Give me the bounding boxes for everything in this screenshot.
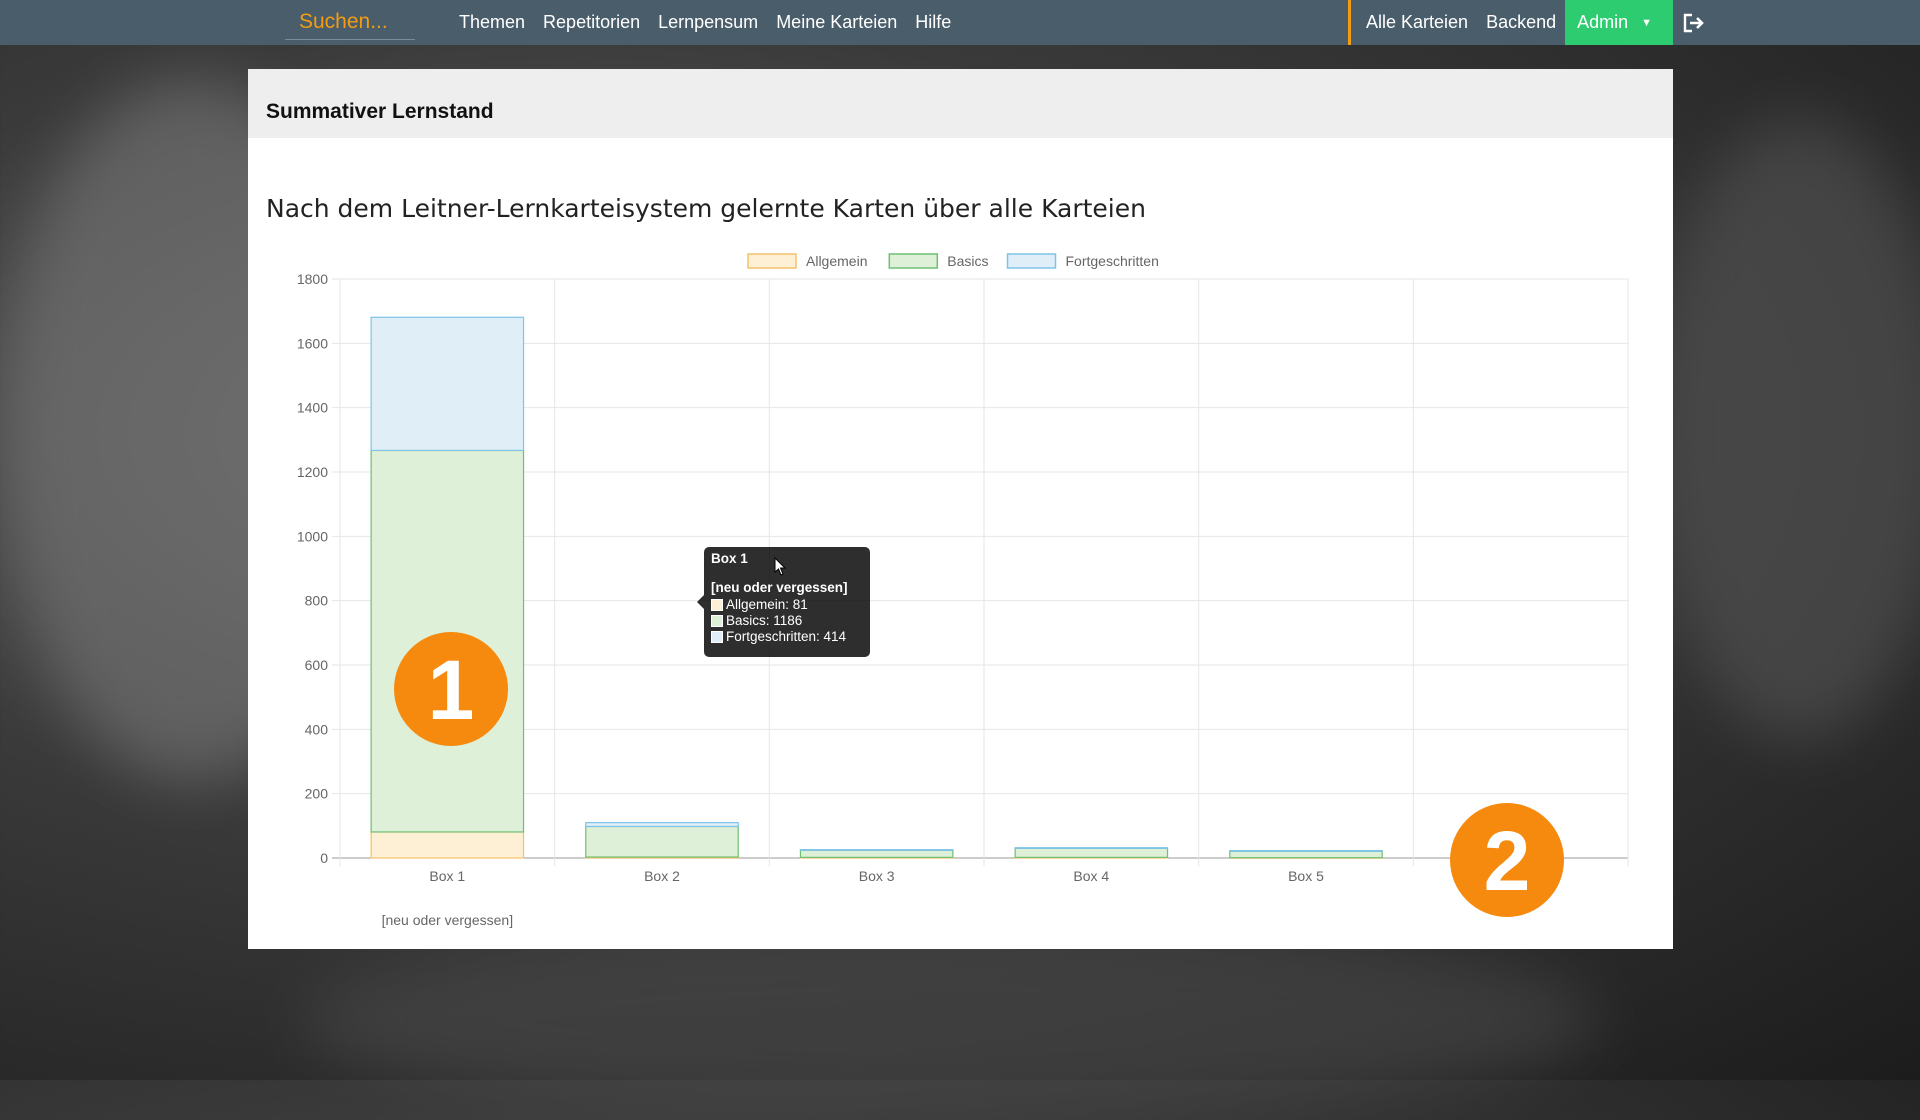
bar-segment xyxy=(799,849,954,858)
logout-icon[interactable] xyxy=(1683,13,1705,33)
x-tick-label: Box 3 xyxy=(859,868,895,884)
legend-label: Allgemein xyxy=(806,253,867,269)
y-tick-label: 200 xyxy=(305,786,329,802)
y-tick-label: 1000 xyxy=(297,528,328,544)
step-badge-2: 2 xyxy=(1450,803,1564,917)
legend-label: Fortgeschritten xyxy=(1066,253,1159,269)
tooltip-swatch xyxy=(711,599,723,611)
y-tick-label: 0 xyxy=(320,850,328,866)
tooltip-subtitle: [neu oder vergessen] xyxy=(711,580,848,595)
bar-segment xyxy=(1014,847,1169,858)
legend-swatch xyxy=(888,253,939,269)
lernstand-panel: Summativer Lernstand Nach dem Leitner-Le… xyxy=(248,69,1673,949)
tooltip-swatch xyxy=(711,615,723,627)
y-tick-label: 600 xyxy=(305,657,329,673)
nav-item-alle-karteien[interactable]: Alle Karteien xyxy=(1357,12,1477,33)
x-tick-label: Box 5 xyxy=(1288,868,1324,884)
mouse-cursor-icon xyxy=(774,557,787,576)
admin-dropdown[interactable]: Admin ▼ xyxy=(1565,0,1674,45)
background-shape xyxy=(300,920,1600,1120)
nav-item-backend[interactable]: Backend xyxy=(1477,12,1565,33)
nav-item-lernpensum[interactable]: Lernpensum xyxy=(649,12,767,33)
tooltip-row: Fortgeschritten: 414 xyxy=(711,629,863,645)
bar-segment xyxy=(370,316,525,452)
x-tick-label: Box 4 xyxy=(1073,868,1109,884)
x-tick-label: Box 1 xyxy=(429,868,465,884)
background-shape xyxy=(1650,120,1920,740)
y-tick-label: 800 xyxy=(305,593,329,609)
tooltip-row-label: Allgemein: 81 xyxy=(726,597,808,612)
y-tick-label: 1800 xyxy=(297,271,328,287)
nav-item-hilfe[interactable]: Hilfe xyxy=(906,12,960,33)
bar-segment xyxy=(1229,850,1383,859)
x-tick-sublabel: [neu oder vergessen] xyxy=(382,912,514,928)
secondary-nav: Alle Karteien Backend Admin ▼ xyxy=(1348,0,1705,45)
tooltip-row-label: Basics: 1186 xyxy=(726,613,803,628)
y-tick-label: 1200 xyxy=(297,464,328,480)
tooltip-row-label: Fortgeschritten: 414 xyxy=(726,629,847,644)
y-tick-label: 400 xyxy=(305,721,329,737)
admin-label: Admin xyxy=(1577,12,1629,32)
legend-swatch xyxy=(747,253,797,269)
x-tick-label: Box 2 xyxy=(644,868,680,884)
y-tick-label: 1400 xyxy=(297,400,328,416)
main-nav: Themen Repetitorien Lernpensum Meine Kar… xyxy=(450,0,960,45)
tooltip-row: Basics: 1186 xyxy=(711,613,863,629)
tooltip-row: Allgemein: 81 xyxy=(711,597,863,613)
bar-segment xyxy=(585,825,739,858)
legend-swatch xyxy=(1006,253,1057,269)
nav-item-repetitorien[interactable]: Repetitorien xyxy=(534,12,649,33)
stacked-bar-chart: 0 200 400 600 800 1000 1200 1400 1600 1800 Box 1 [n… xyxy=(297,253,1629,928)
tooltip-swatch xyxy=(711,631,723,643)
bar-segment xyxy=(370,831,525,859)
top-navbar: Suchen... Themen Repetitorien Lernpensum… xyxy=(0,0,1920,45)
bar-segment xyxy=(799,849,954,851)
bar-segment xyxy=(1014,847,1169,849)
nav-item-themen[interactable]: Themen xyxy=(450,12,534,33)
nav-item-meine-karteien[interactable]: Meine Karteien xyxy=(767,12,906,33)
bar-segment xyxy=(1229,850,1383,852)
y-tick-label: 1600 xyxy=(297,335,328,351)
chevron-down-icon: ▼ xyxy=(1641,16,1653,29)
search-input[interactable]: Suchen... xyxy=(285,0,415,40)
bar-segment xyxy=(585,822,739,828)
legend-label: Basics xyxy=(947,253,988,269)
step-badge-1: 1 xyxy=(394,632,508,746)
